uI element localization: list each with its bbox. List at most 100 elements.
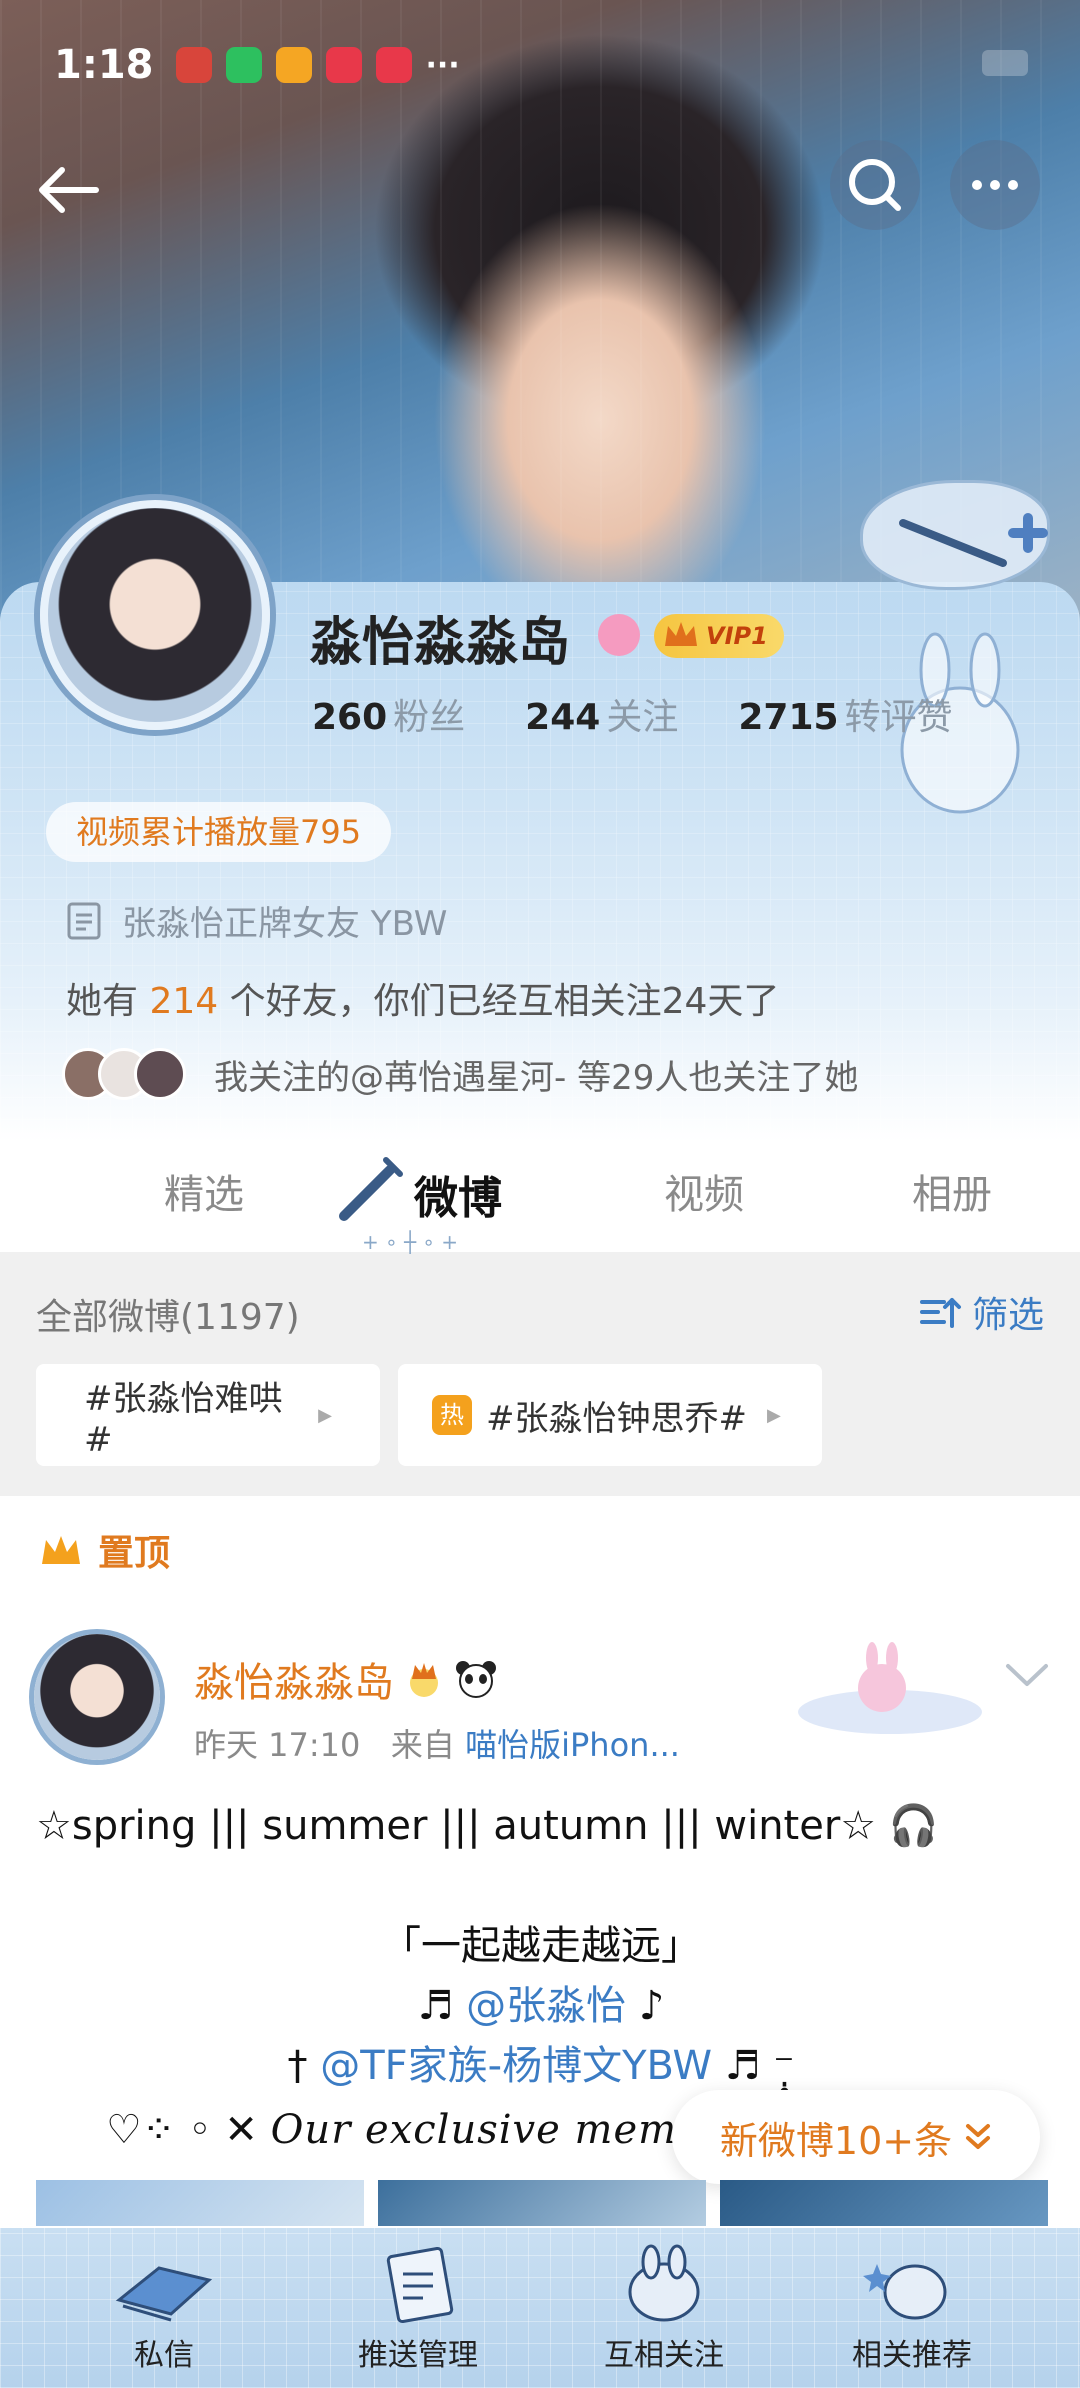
crown-icon	[665, 622, 697, 646]
video-play-count[interactable]: 视频累计播放量795	[46, 802, 392, 862]
document-icon	[67, 902, 101, 939]
wechat-notification-icon	[225, 47, 262, 83]
triangle-right-icon: ▶	[318, 1404, 332, 1426]
post-author-avatar[interactable]	[34, 1634, 160, 1760]
back-arrow-icon	[39, 167, 99, 213]
new-posts-label: 新微博10+条	[719, 2118, 953, 2163]
status-time: 1:18	[54, 42, 154, 88]
bio-text: 张淼怡正牌女友 YBW	[122, 904, 448, 944]
mutual-friends-info: 她有 214 个好友，你们已经互相关注24天了	[66, 972, 779, 1024]
tab-videos[interactable]: 视频	[664, 1162, 744, 1220]
friends-prefix: 她有	[66, 981, 150, 1022]
post-line-part: †	[287, 2043, 321, 2089]
vip-label: VIP1	[706, 622, 768, 650]
chevron-down-icon[interactable]	[1004, 1660, 1050, 1690]
profile-nickname: 淼怡淼淼岛	[310, 613, 571, 673]
stat-value: 260	[312, 697, 388, 738]
search-button[interactable]	[830, 140, 920, 230]
new-posts-button[interactable]: 新微博10+条	[672, 2090, 1040, 2184]
push-settings-button[interactable]: 推送管理	[318, 2244, 518, 2384]
friends-suffix: 个好友，你们已经互相关注24天了	[218, 981, 780, 1022]
post-author-name[interactable]: 淼怡淼淼岛	[194, 1650, 394, 1708]
syringe-sticker-icon	[860, 480, 1050, 590]
tab-albums[interactable]: 相册	[912, 1162, 992, 1220]
filter-label: 筛选	[971, 1295, 1044, 1336]
triangle-right-icon: ▶	[766, 1404, 781, 1426]
stat-label: 转评赞	[844, 697, 953, 738]
more-options-button[interactable]	[950, 140, 1040, 230]
vip-badge[interactable]: VIP1	[654, 614, 784, 658]
tab-indicator: + ∘ ┼ ∘ +	[362, 1230, 459, 1254]
topic-label: #张淼怡钟思乔#	[486, 1398, 747, 1439]
profile-avatar[interactable]	[40, 500, 270, 730]
post-line: † @TF家族-杨博文YBW ♬ ⁻̣̥	[36, 2036, 1046, 2096]
tab-featured[interactable]: 精选	[164, 1162, 244, 1220]
battery-icon	[982, 50, 1028, 76]
post-line: 「一起越走越远」	[381, 1923, 701, 1969]
double-chevron-down-icon	[966, 2124, 991, 2149]
all-posts-count[interactable]: 全部微博(1197)	[36, 1288, 300, 1340]
stat-label: 关注	[606, 697, 679, 738]
profile-tabs: 精选 微博 + ∘ ┼ ∘ + 视频 相册	[0, 1140, 1080, 1254]
syringe-tab-icon	[339, 1157, 403, 1221]
hot-badge: 热	[432, 1395, 472, 1435]
recommend-button[interactable]: 相关推荐	[812, 2244, 1012, 2384]
book-notification-icon	[325, 47, 362, 83]
crown-icon	[42, 1536, 80, 1564]
filter-icon	[919, 1298, 961, 1328]
stat-label: 粉丝	[393, 697, 466, 738]
app-notification-icon	[175, 47, 212, 83]
shopping-notification-icon	[375, 47, 412, 83]
post-author-row: 淼怡淼淼岛	[194, 1650, 498, 1708]
bunny-icon	[628, 2244, 700, 2322]
post-time: 昨天 17:10	[194, 1726, 361, 1764]
mutual-follow-label: 互相关注	[604, 2338, 724, 2373]
topic-label: #张淼怡难哄#	[84, 1378, 283, 1460]
friends-count[interactable]: 214	[149, 981, 218, 1022]
message-button[interactable]: 私信	[64, 2244, 264, 2384]
topic-chip[interactable]: #张淼怡难哄# ▶	[36, 1364, 380, 1466]
profile-bio: 张淼怡正牌女友 YBW	[66, 896, 447, 945]
mutual-avatars	[62, 1048, 186, 1100]
post-meta: 昨天 17:10 来自 喵怡版iPhon...	[194, 1720, 680, 1766]
stat-value: 2715	[738, 697, 839, 738]
post-line-part: ♬ ⁻̣̥	[712, 2043, 795, 2089]
stat-following[interactable]: 244 关注	[525, 688, 678, 740]
stat-interactions[interactable]: 2715 转评赞	[738, 688, 952, 740]
bunny-cloud-sticker-icon	[798, 1642, 982, 1734]
mutual-follow-row[interactable]: 我关注的@苒怡遇星河- 等29人也关注了她	[62, 1048, 858, 1100]
post-source-prefix: 来自	[390, 1726, 455, 1764]
mention-link[interactable]: @张淼怡	[466, 1983, 626, 2029]
female-badge-icon[interactable]	[598, 614, 640, 656]
post-line-part: ♡⁘ ◦ ✕	[106, 2107, 271, 2153]
search-icon	[849, 159, 901, 211]
pinned-label-row: 置顶	[38, 1524, 170, 1576]
notepad-pen-icon	[386, 2246, 454, 2324]
push-settings-label: 推送管理	[358, 2338, 478, 2373]
post-line: ☆spring ||| summer ||| autumn ||| winter…	[36, 1803, 939, 1849]
post-source[interactable]: 喵怡版iPhon...	[465, 1726, 680, 1764]
mention-link[interactable]: @TF家族-杨博文YBW	[320, 2043, 712, 2089]
post-line-part: ♬	[417, 1983, 467, 2029]
bunny-star-icon	[863, 2264, 947, 2320]
stat-value: 244	[525, 697, 601, 738]
stat-followers[interactable]: 260 粉丝	[312, 688, 465, 740]
post-line-part: ♪	[626, 1983, 665, 2029]
more-dots-icon	[972, 180, 1018, 190]
topic-chip[interactable]: 热 #张淼怡钟思乔# ▶	[398, 1364, 822, 1466]
panda-icon	[456, 1661, 496, 1698]
more-notifications-icon: ···	[425, 47, 460, 83]
recommend-label: 相关推荐	[852, 2338, 972, 2373]
pinned-label: 置顶	[98, 1533, 171, 1574]
avatar	[134, 1048, 186, 1100]
post-line: ♬ @张淼怡 ♪	[36, 1976, 1046, 2036]
crown-badge-icon	[410, 1663, 438, 1697]
book-icon	[115, 2266, 213, 2322]
weibo-notification-icon	[275, 47, 312, 83]
tab-weibo[interactable]: 微博	[414, 1162, 502, 1226]
back-button[interactable]	[30, 150, 110, 230]
filter-button[interactable]: 筛选	[918, 1286, 1044, 1338]
mutual-follow-text: 我关注的@苒怡遇星河- 等29人也关注了她	[214, 1057, 859, 1098]
mutual-follow-button[interactable]: 互相关注	[564, 2244, 764, 2384]
